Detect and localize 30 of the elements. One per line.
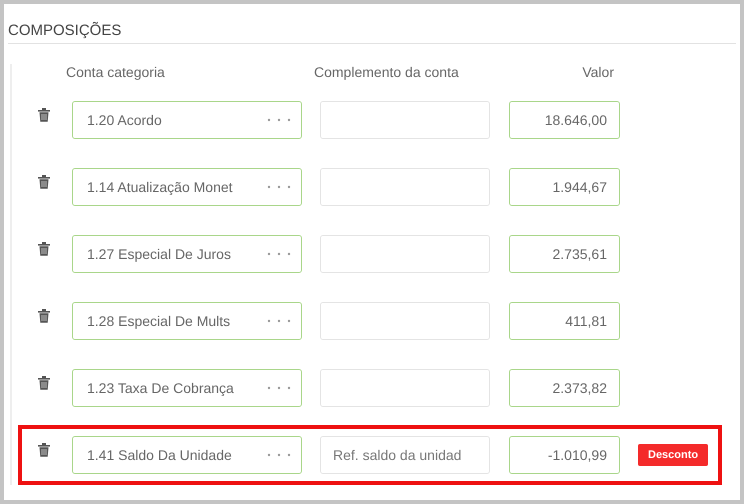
complement-field[interactable] <box>320 234 490 272</box>
column-header: Conta categoria <box>66 64 166 82</box>
value-field[interactable]: 1.944,67 <box>509 168 620 206</box>
value-field[interactable]: 411,81 <box>509 302 620 340</box>
category-field[interactable]: 1.28 Especial De Mults <box>72 302 302 340</box>
category-field[interactable]: 1.14 Atualização Monet <box>72 168 302 206</box>
category-field[interactable]: 1.41 Saldo Da Unidade <box>72 436 302 474</box>
category-field[interactable]: 1.20 Acordo <box>72 100 302 138</box>
value-field[interactable]: 18.646,00 <box>509 100 620 138</box>
complement-field[interactable] <box>320 100 490 138</box>
trash-icon[interactable] <box>38 308 50 322</box>
complement-field[interactable] <box>320 168 490 206</box>
complement-field[interactable] <box>320 302 490 340</box>
column-header: Valor <box>581 64 614 82</box>
discount-badge: Desconto <box>638 444 708 466</box>
complement-field[interactable]: Ref. saldo da unidad <box>320 436 490 474</box>
value-field[interactable]: 2.373,82 <box>509 368 620 406</box>
category-field[interactable]: 1.27 Especial De Juros <box>72 234 302 272</box>
column-header: Complemento da conta <box>314 64 460 82</box>
trash-icon[interactable] <box>38 376 50 390</box>
value-field[interactable]: -1.010,99 <box>509 436 620 474</box>
value-field[interactable]: 2.735,61 <box>509 234 620 272</box>
ellipsis-icon[interactable] <box>267 252 291 256</box>
section-title: COMPOSIÇÕES <box>8 22 736 44</box>
complement-field[interactable] <box>320 368 490 406</box>
trash-icon[interactable] <box>38 242 50 256</box>
trash-icon[interactable] <box>38 108 50 122</box>
trash-icon[interactable] <box>38 443 50 457</box>
trash-icon[interactable] <box>38 174 50 188</box>
category-field[interactable]: 1.23 Taxa De Cobrança <box>72 368 302 406</box>
